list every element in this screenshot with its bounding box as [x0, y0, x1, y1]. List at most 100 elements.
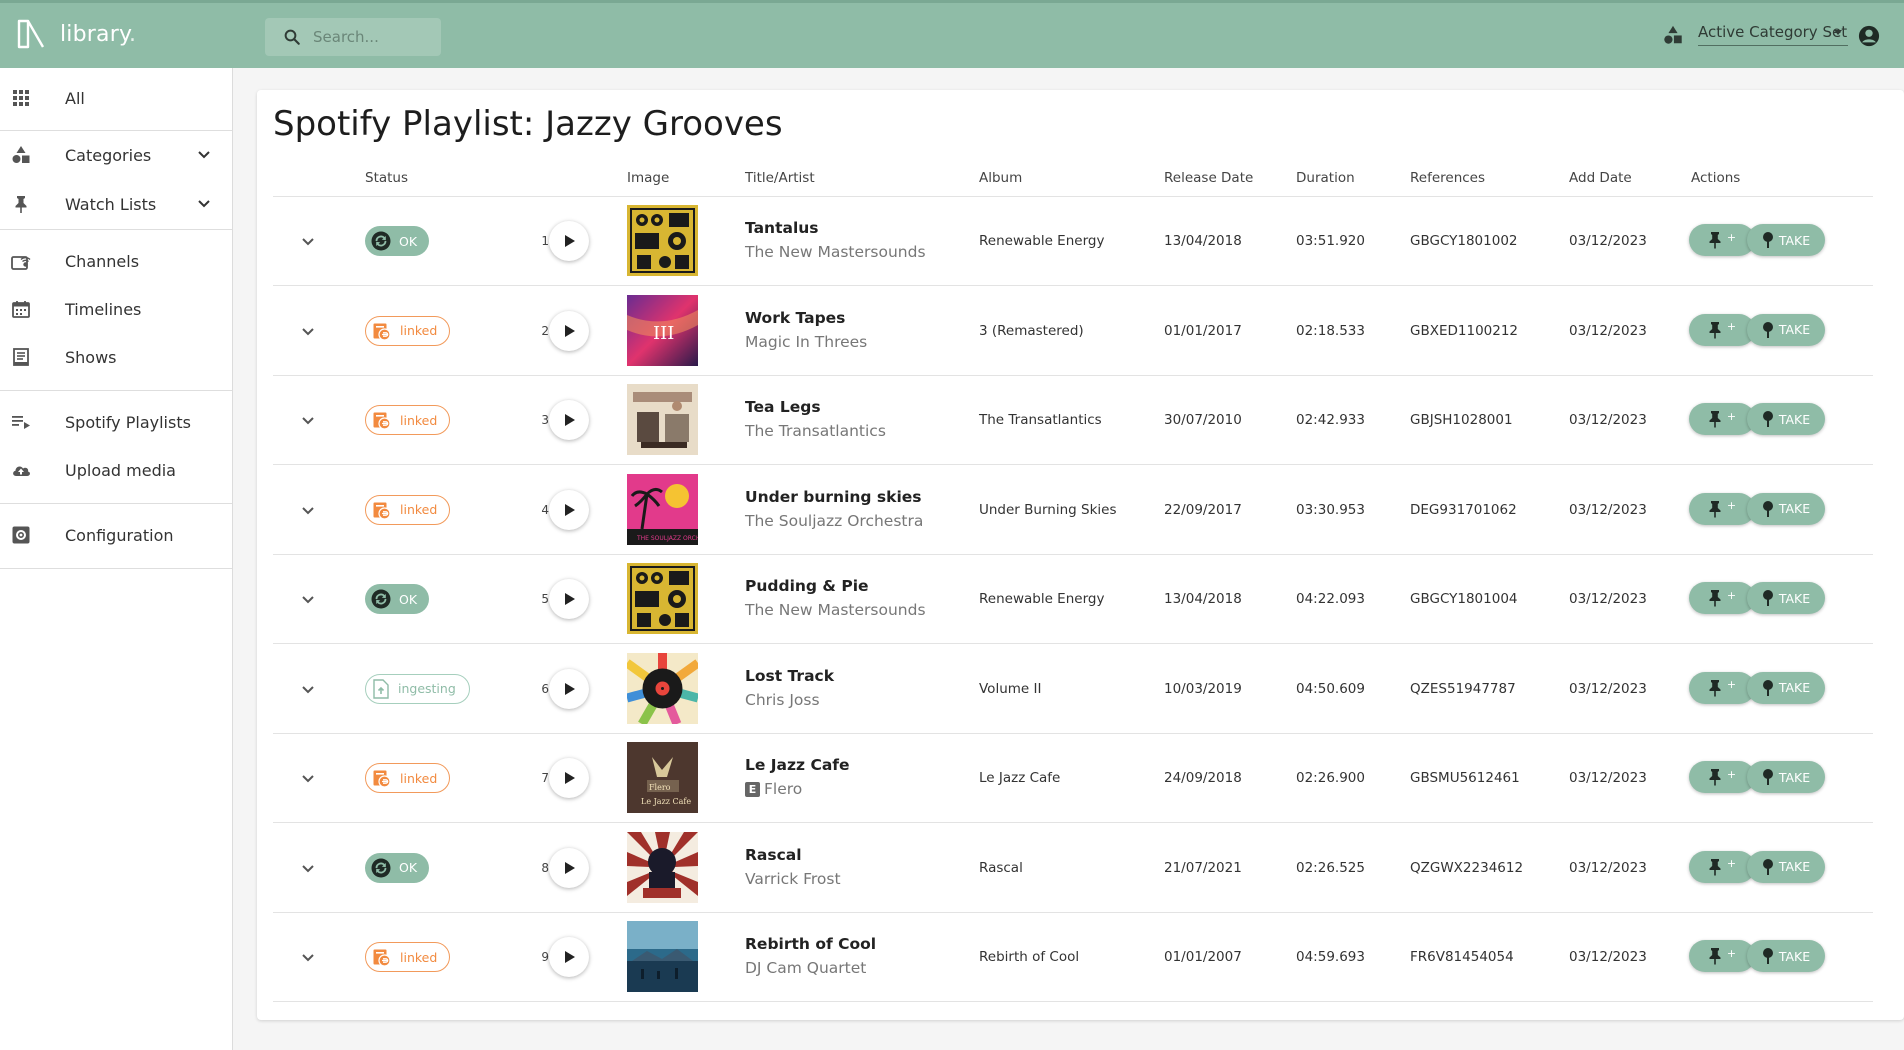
expand-row-button[interactable]	[296, 766, 320, 790]
add-to-watch-list-button[interactable]: +	[1689, 582, 1755, 614]
play-button[interactable]	[549, 310, 589, 351]
expand-row-button[interactable]	[296, 319, 320, 343]
chevron-down-icon[interactable]	[196, 147, 212, 163]
sidebar-item-shows[interactable]: Shows	[0, 335, 232, 379]
album-name: 3 (Remastered)	[979, 322, 1084, 339]
take-label: TAKE	[1778, 859, 1811, 874]
album-cover[interactable]	[627, 563, 698, 634]
reference-code: GBGCY1801004	[1410, 591, 1518, 607]
category-set-select[interactable]: Active Category Set	[1662, 23, 1848, 46]
chevron-down-icon[interactable]	[196, 196, 212, 212]
account-icon[interactable]	[1858, 25, 1880, 47]
track-title[interactable]: Work Tapes	[745, 309, 845, 327]
expand-row-button[interactable]	[296, 587, 320, 611]
album-cover[interactable]	[627, 921, 698, 992]
table-row[interactable]: OK 8 Rascal Varrick Frost Rascal 21/07/2…	[273, 824, 1873, 913]
play-button[interactable]	[549, 668, 589, 709]
sidebar-item-configuration[interactable]: Configuration	[0, 513, 232, 557]
track-title[interactable]: Lost Track	[745, 667, 834, 685]
track-artist[interactable]: The Souljazz Orchestra	[745, 512, 923, 530]
add-to-watch-list-button[interactable]: +	[1689, 313, 1755, 346]
shapes-icon	[12, 146, 30, 163]
album-art-image: III	[627, 294, 698, 366]
track-artist[interactable]: E Flero	[745, 780, 802, 798]
play-button[interactable]	[549, 489, 589, 530]
take-button[interactable]: TAKE	[1747, 671, 1825, 704]
add-to-watch-list-button[interactable]: +	[1689, 940, 1755, 972]
status-label: linked	[400, 770, 438, 786]
add-to-watch-list-button[interactable]: +	[1689, 671, 1755, 704]
sidebar-item-categories[interactable]: Categories	[0, 133, 232, 177]
table-row[interactable]: linked 7 Flero Le Jazz Cafe Le Jazz Cafe …	[273, 734, 1873, 823]
track-title[interactable]: Rascal	[745, 846, 802, 864]
table-row[interactable]: linked 3 Tea Legs The Transatlantics The…	[273, 376, 1873, 465]
sidebar-item-upload-media[interactable]: Upload media	[0, 448, 232, 492]
album-cover[interactable]: Flero Le Jazz Cafe	[627, 742, 698, 813]
album-cover[interactable]	[627, 205, 698, 276]
track-artist[interactable]: Magic In Threes	[745, 333, 867, 351]
table-row[interactable]: ingesting 6 Lost Track Chris Joss Volume…	[273, 645, 1873, 734]
search-box[interactable]	[265, 18, 441, 56]
table-row[interactable]: linked 2 III Work Tapes Magic In Threes …	[273, 287, 1873, 376]
take-button[interactable]: TAKE	[1747, 582, 1825, 614]
add-to-watch-list-button[interactable]: +	[1689, 224, 1755, 256]
track-artist[interactable]: The Transatlantics	[745, 422, 886, 440]
track-title[interactable]: Tea Legs	[745, 398, 821, 416]
expand-row-button[interactable]	[296, 498, 320, 522]
take-button[interactable]: TAKE	[1747, 313, 1825, 346]
play-button[interactable]	[549, 579, 589, 619]
add-to-watch-list-button[interactable]: +	[1689, 403, 1755, 435]
play-button[interactable]	[549, 937, 589, 977]
sidebar-item-channels[interactable]: Channels	[0, 239, 232, 283]
take-button[interactable]: TAKE	[1747, 224, 1825, 256]
plus-label: +	[1726, 946, 1737, 960]
table-row[interactable]: linked 9 Rebirth of Cool DJ Cam Quartet …	[273, 913, 1873, 1002]
table-row[interactable]: OK 1 Tantalus The New Mastersounds Renew…	[273, 197, 1873, 286]
expand-row-button[interactable]	[296, 945, 320, 969]
expand-row-button[interactable]	[296, 856, 320, 880]
expand-row-button[interactable]	[296, 408, 320, 432]
track-title[interactable]: Under burning skies	[745, 488, 922, 506]
track-title[interactable]: Tantalus	[745, 219, 819, 237]
add-to-watch-list-button[interactable]: +	[1689, 850, 1755, 883]
pin-icon	[1709, 411, 1721, 428]
play-button[interactable]	[549, 221, 589, 261]
divider	[0, 229, 232, 230]
take-button[interactable]: TAKE	[1747, 761, 1825, 793]
album-cover[interactable]	[627, 652, 698, 724]
sidebar-item-all[interactable]: All	[0, 76, 232, 120]
track-artist[interactable]: The New Mastersounds	[745, 243, 926, 261]
table-row[interactable]: linked 4 THE SOULJAZZ ORCHESTRA Under bu…	[273, 466, 1873, 555]
play-button[interactable]	[549, 758, 589, 798]
album-cover[interactable]	[627, 831, 698, 903]
brand-logo[interactable]: library.	[16, 18, 136, 50]
album-art-image: Flero Le Jazz Cafe	[627, 742, 698, 813]
take-button[interactable]: TAKE	[1747, 492, 1825, 525]
album-cover[interactable]	[627, 384, 698, 455]
play-button[interactable]	[549, 400, 589, 440]
category-set-field[interactable]: Active Category Set	[1698, 23, 1848, 46]
track-artist[interactable]: Varrick Frost	[745, 870, 841, 888]
take-button[interactable]: TAKE	[1747, 403, 1825, 435]
sidebar-item-timelines[interactable]: Timelines	[0, 287, 232, 331]
search-input[interactable]	[313, 28, 433, 46]
track-artist[interactable]: Chris Joss	[745, 691, 820, 709]
track-artist[interactable]: DJ Cam Quartet	[745, 959, 866, 977]
track-title[interactable]: Rebirth of Cool	[745, 935, 876, 953]
track-title[interactable]: Pudding & Pie	[745, 577, 869, 595]
sidebar-item-spotify-playlists[interactable]: Spotify Playlists	[0, 400, 232, 444]
expand-row-button[interactable]	[296, 677, 320, 701]
play-button[interactable]	[549, 847, 589, 888]
take-button[interactable]: TAKE	[1747, 940, 1825, 972]
album-cover[interactable]: III	[627, 294, 698, 366]
take-button[interactable]: TAKE	[1747, 850, 1825, 883]
explicit-badge: E	[745, 781, 760, 797]
track-artist[interactable]: The New Mastersounds	[745, 601, 926, 619]
table-row[interactable]: OK 5 Pudding & Pie The New Mastersounds …	[273, 555, 1873, 644]
add-to-watch-list-button[interactable]: +	[1689, 761, 1755, 793]
sidebar-item-watch-lists[interactable]: Watch Lists	[0, 182, 232, 226]
track-title[interactable]: Le Jazz Cafe	[745, 756, 850, 774]
album-cover[interactable]: THE SOULJAZZ ORCHESTRA	[627, 473, 698, 545]
expand-row-button[interactable]	[296, 229, 320, 253]
add-to-watch-list-button[interactable]: +	[1689, 492, 1755, 525]
